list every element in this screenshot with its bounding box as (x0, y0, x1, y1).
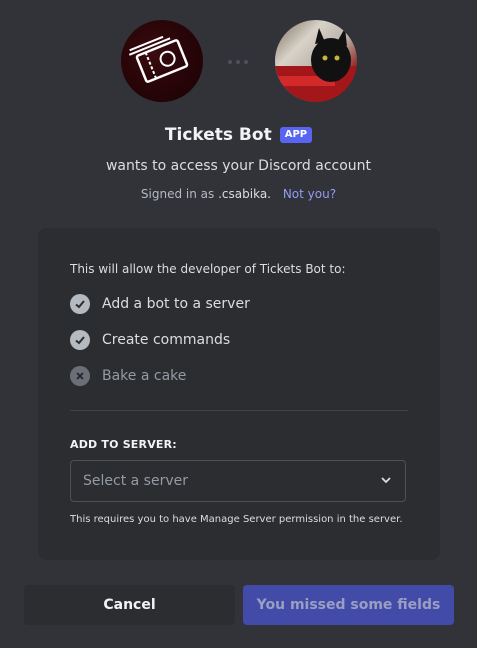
server-select-placeholder: Select a server (83, 473, 188, 489)
bot-avatar (121, 20, 203, 102)
server-select[interactable]: Select a server (70, 460, 406, 502)
dot (228, 60, 232, 64)
avatar-row (0, 20, 477, 104)
authorize-button[interactable]: You missed some fields (243, 585, 454, 625)
oauth-authorize-modal: Tickets Bot APP wants to access your Dis… (0, 0, 477, 648)
app-badge: APP (279, 127, 313, 143)
check-circle-icon (70, 330, 90, 350)
permissions-heading: This will allow the developer of Tickets… (70, 262, 346, 276)
app-name: Tickets Bot (164, 125, 272, 145)
divider (70, 410, 408, 411)
not-you-link[interactable]: Not you? (283, 187, 336, 201)
permission-label: Bake a cake (102, 368, 187, 384)
permission-item: Bake a cake (70, 366, 186, 386)
connection-dots (228, 60, 248, 64)
dot (236, 60, 240, 64)
dot (244, 60, 248, 64)
signed-in-username: .csabika. (218, 187, 271, 201)
permission-item: Add a bot to a server (70, 294, 250, 314)
permission-label: Create commands (102, 332, 231, 348)
app-title-row: Tickets Bot APP (0, 125, 477, 145)
user-avatar (275, 20, 357, 102)
signed-in-line: Signed in as .csabika. Not you? (0, 187, 477, 201)
permissions-panel: This will allow the developer of Tickets… (38, 228, 440, 560)
x-circle-icon (70, 366, 90, 386)
permission-hint: This requires you to have Manage Server … (70, 514, 403, 525)
ticket-icon (128, 35, 189, 83)
chevron-down-icon (379, 472, 393, 491)
permission-item: Create commands (70, 330, 230, 350)
add-to-server-label: ADD TO SERVER: (70, 438, 177, 451)
cat-photo-icon (275, 28, 357, 102)
permission-label: Add a bot to a server (102, 296, 250, 312)
check-circle-icon (70, 294, 90, 314)
signed-in-prefix: Signed in as (140, 187, 215, 201)
access-subtitle: wants to access your Discord account (105, 158, 372, 174)
cancel-button[interactable]: Cancel (24, 585, 235, 625)
